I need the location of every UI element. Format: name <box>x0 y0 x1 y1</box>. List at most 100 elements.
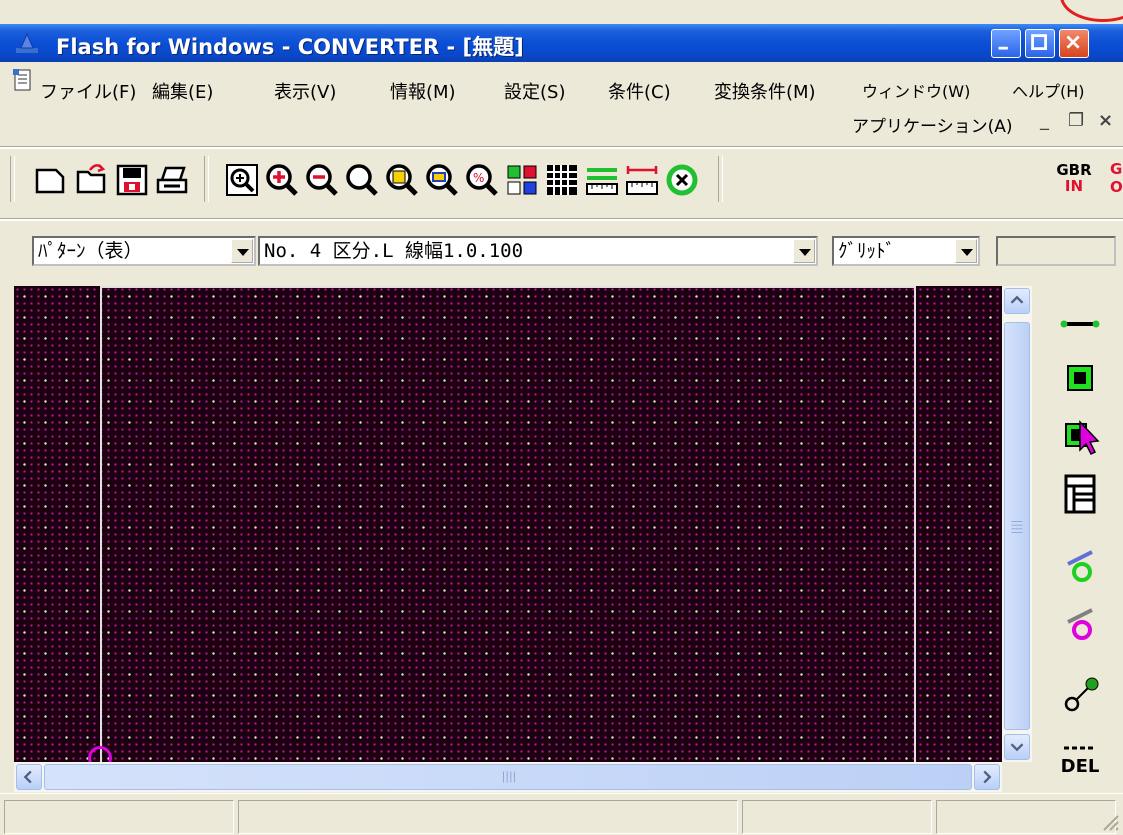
green-circle-tool-icon <box>1067 550 1093 582</box>
status-panel-3 <box>742 800 932 834</box>
status-panel-4 <box>936 800 1116 834</box>
zoom-percent-icon: % <box>466 164 498 196</box>
menu-settings[interactable]: 設定(S) <box>504 78 565 104</box>
zoom-window-icon <box>426 164 458 196</box>
zoom-area-button[interactable] <box>382 160 422 200</box>
del-label: DEL <box>1060 756 1100 777</box>
mdi-close-icon[interactable]: × <box>1098 110 1113 131</box>
horizontal-scrollbar[interactable] <box>14 762 1002 792</box>
menu-info[interactable]: 情報(M) <box>390 78 456 104</box>
app-window: Flash for Windows - CONVERTER - [無題] ファイ… <box>0 0 1123 835</box>
mdi-restore-icon[interactable]: ❐ <box>1068 110 1084 131</box>
chevron-up-icon <box>1010 295 1024 304</box>
rectangle-tool-button[interactable] <box>1050 350 1110 406</box>
print-button[interactable] <box>152 160 192 200</box>
document-icon <box>13 69 31 91</box>
zoom-fit-icon <box>226 164 258 196</box>
chevron-down-icon[interactable] <box>231 239 253 263</box>
gbr-in-button[interactable]: GBR IN <box>1052 160 1102 200</box>
window-title: Flash for Windows - CONVERTER - [無題] <box>56 35 524 59</box>
resize-grip-icon[interactable] <box>1096 808 1120 832</box>
new-file-icon <box>35 168 65 194</box>
menu-view[interactable]: 表示(V) <box>274 78 336 104</box>
layer-select[interactable]: No. 4 区分.L 線幅1.0.100 <box>258 236 818 266</box>
page-tool-button[interactable] <box>1050 466 1110 522</box>
zoom-button[interactable] <box>342 160 382 200</box>
grip-icon <box>503 771 515 783</box>
delete-tool-button[interactable]: DEL <box>1050 730 1110 786</box>
menu-convert-conditions[interactable]: 変換条件(M) <box>714 78 816 104</box>
menu-application[interactable]: アプリケーション(A) <box>852 112 1013 137</box>
scroll-up-button[interactable] <box>1004 288 1030 314</box>
measure-icon <box>586 168 618 195</box>
menu-window[interactable]: ウィンドウ(W) <box>862 78 970 102</box>
print-icon <box>156 166 188 194</box>
open-file-button[interactable] <box>72 160 112 200</box>
close-button[interactable] <box>1059 29 1089 58</box>
chevron-down-icon[interactable] <box>955 239 977 263</box>
menu-edit[interactable]: 編集(E) <box>152 78 213 104</box>
status-panel-2 <box>238 800 738 834</box>
zoom-fit-button[interactable] <box>222 160 262 200</box>
pattern-value: ﾊﾟﾀｰﾝ（表） <box>38 240 143 262</box>
chevron-down-icon <box>1010 743 1024 752</box>
horizontal-scroll-thumb[interactable] <box>44 764 972 790</box>
measure-distance-icon <box>626 166 658 195</box>
layer-value: No. 4 区分.L 線幅1.0.100 <box>264 240 524 262</box>
title-bar[interactable]: Flash for Windows - CONVERTER - [無題] <box>0 24 1123 62</box>
layer-colors-button[interactable] <box>502 160 542 200</box>
mdi-minimize-icon[interactable]: _ <box>1040 110 1049 131</box>
menu-file[interactable]: ファイル(F) <box>40 78 136 104</box>
close-circle-icon <box>666 164 698 196</box>
vertical-scrollbar[interactable] <box>1002 286 1032 762</box>
scroll-left-button[interactable] <box>16 764 42 790</box>
zoom-area-icon <box>386 164 418 196</box>
new-file-button[interactable] <box>30 160 70 200</box>
combo-separator <box>0 218 1123 221</box>
select-tool-button[interactable] <box>1050 408 1110 464</box>
line-tool-icon <box>1060 320 1100 328</box>
svg-text:%: % <box>473 171 484 185</box>
toolbar-divider <box>204 156 209 202</box>
zoom-out-button[interactable] <box>302 160 342 200</box>
zoom-window-button[interactable] <box>422 160 462 200</box>
zoom-in-icon <box>266 164 298 196</box>
annotation-ring <box>1060 0 1123 22</box>
vertical-scroll-thumb[interactable] <box>1004 322 1030 730</box>
layer-colors-icon <box>507 165 537 195</box>
grid-button[interactable] <box>542 160 582 200</box>
grid-select[interactable]: ｸﾞﾘｯﾄﾞ <box>832 236 980 266</box>
boundary-left <box>100 286 102 762</box>
zoom-icon <box>346 164 378 196</box>
grid-value: ｸﾞﾘｯﾄﾞ <box>838 240 896 262</box>
magenta-circle-tool-icon <box>1067 608 1093 640</box>
scroll-down-button[interactable] <box>1004 734 1030 760</box>
zoom-percent-button[interactable]: % <box>462 160 502 200</box>
select-tool-icon <box>1065 420 1100 456</box>
scroll-right-button[interactable] <box>974 764 1000 790</box>
green-circle-tool-button[interactable] <box>1050 538 1110 594</box>
menu-help[interactable]: ヘルプ(H) <box>1012 78 1085 102</box>
drawing-canvas[interactable] <box>14 286 1002 762</box>
maximize-button[interactable] <box>1025 29 1055 58</box>
measure-button[interactable] <box>582 160 622 200</box>
coordinate-box <box>996 236 1116 266</box>
node-tool-button[interactable] <box>1050 666 1110 722</box>
save-button[interactable] <box>112 160 152 200</box>
chevron-left-icon <box>23 770 32 784</box>
menu-conditions[interactable]: 条件(C) <box>608 78 671 104</box>
gbr-out-button[interactable]: GO <box>1110 160 1123 200</box>
node-tool-icon <box>1064 677 1099 712</box>
gbr-in-label: IN <box>1064 177 1084 195</box>
close-circle-button[interactable] <box>662 160 702 200</box>
toolbar-separator <box>0 146 1123 149</box>
grip-icon <box>1011 521 1023 533</box>
chevron-right-icon <box>983 770 992 784</box>
measure-distance-button[interactable] <box>622 160 662 200</box>
magenta-circle-tool-button[interactable] <box>1050 596 1110 652</box>
zoom-in-button[interactable] <box>262 160 302 200</box>
pattern-select[interactable]: ﾊﾟﾀｰﾝ（表） <box>32 236 256 266</box>
line-tool-button[interactable] <box>1050 292 1110 348</box>
minimize-button[interactable] <box>991 29 1021 58</box>
chevron-down-icon[interactable] <box>793 239 815 263</box>
